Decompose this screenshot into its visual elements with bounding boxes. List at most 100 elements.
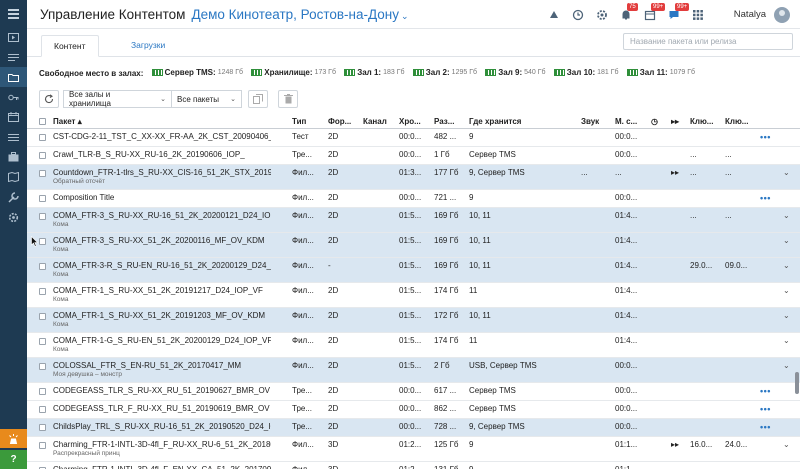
- sidebar-item-playlist-icon[interactable]: [0, 47, 27, 67]
- search-input[interactable]: [630, 37, 770, 46]
- table-row[interactable]: COLOSSAL_FTR_S_EN-RU_51_2K_20170417_MM Мо…: [27, 358, 800, 383]
- sidebar-item-equipment-icon[interactable]: [0, 147, 27, 167]
- row-checkbox[interactable]: [39, 213, 46, 220]
- col-ms[interactable]: М. с...: [615, 114, 649, 128]
- help-icon[interactable]: ?: [0, 450, 27, 469]
- package-name[interactable]: COMA_FTR-1_S_RU-XX_51_2K_20191203_MF_OV_…: [53, 308, 271, 322]
- package-name[interactable]: COMA_FTR-3_S_RU-XX_51_2K_20200116_MF_OV_…: [53, 233, 271, 247]
- settings-icon[interactable]: [590, 0, 614, 29]
- delete-button[interactable]: [278, 90, 298, 108]
- expand-row-icon[interactable]: ⌄: [783, 208, 793, 222]
- row-actions-icon[interactable]: •••: [760, 383, 780, 397]
- package-name[interactable]: Crawl_TLR-B_S_RU-XX_RU-16_2K_20190606_IO…: [53, 147, 271, 161]
- history-icon[interactable]: [566, 0, 590, 29]
- search-box[interactable]: [623, 33, 793, 50]
- user-name[interactable]: Natalya: [734, 9, 766, 20]
- packages-filter-select[interactable]: Все пакеты ⌄: [172, 90, 242, 108]
- table-row[interactable]: COMA_FTR-3_S_RU-XX_51_2K_20200116_MF_OV_…: [27, 233, 800, 258]
- row-checkbox[interactable]: [39, 152, 46, 159]
- row-checkbox[interactable]: [39, 238, 46, 245]
- table-row[interactable]: Composition Title Фил... 2D 00:0... 721 ... 9…: [27, 190, 800, 208]
- expand-row-icon[interactable]: ⌄: [783, 308, 793, 322]
- table-row[interactable]: Charming_FTR-1-INTL-3D-4fl_F_EN-XX_CA_51…: [27, 462, 800, 469]
- package-name[interactable]: COMA_FTR-3-R_S_RU-EN_RU-16_51_2K_2020012…: [53, 258, 271, 272]
- expand-row-icon[interactable]: ⌄: [783, 233, 793, 247]
- col-package[interactable]: Пакет ▴: [53, 114, 273, 128]
- package-name[interactable]: COLOSSAL_FTR_S_EN-RU_51_2K_20170417_MM: [53, 358, 271, 372]
- halls-filter-select[interactable]: Все залы и хранилища ⌄: [63, 90, 172, 108]
- table-row[interactable]: CODEGEASS_TLR_F_RU-XX_RU_51_20190619_BMR…: [27, 401, 800, 419]
- clock-icon[interactable]: ◷: [651, 114, 665, 128]
- sidebar-item-player-icon[interactable]: [0, 27, 27, 47]
- sidebar-item-tools-icon[interactable]: [0, 187, 27, 207]
- table-row[interactable]: ChildsPlay_TRL_S_RU-XX_RU-16_51_2K_20190…: [27, 419, 800, 437]
- row-actions-icon[interactable]: •••: [760, 401, 780, 415]
- copy-button[interactable]: [248, 90, 268, 108]
- col-key1[interactable]: Клю...: [690, 114, 722, 128]
- package-name[interactable]: COMA_FTR-1_S_RU-XX_51_2K_20191217_D24_IO…: [53, 283, 271, 297]
- table-row[interactable]: COMA_FTR-1_S_RU-XX_51_2K_20191203_MF_OV_…: [27, 308, 800, 333]
- package-name[interactable]: COMA_FTR-3_S_RU-XX_RU-16_51_2K_20200121_…: [53, 208, 271, 222]
- col-size[interactable]: Раз...: [434, 114, 468, 128]
- tab-downloads[interactable]: Загрузки: [119, 35, 177, 57]
- sidebar-item-content-icon[interactable]: [0, 67, 27, 87]
- row-checkbox[interactable]: [39, 313, 46, 320]
- expand-row-icon[interactable]: ⌄: [783, 358, 793, 372]
- notifications-icon[interactable]: 75: [614, 0, 638, 29]
- row-actions-icon[interactable]: •••: [760, 190, 780, 204]
- row-actions-icon[interactable]: •••: [760, 129, 780, 143]
- package-name[interactable]: ChildsPlay_TRL_S_RU-XX_RU-16_51_2K_20190…: [53, 419, 271, 433]
- row-checkbox[interactable]: [39, 170, 46, 177]
- package-name[interactable]: Countdown_FTR-1-tlrs_S_RU-XX_CIS-16_51_2…: [53, 165, 271, 179]
- row-checkbox[interactable]: [39, 263, 46, 270]
- table-row[interactable]: COMA_FTR-1_S_RU-XX_51_2K_20191217_D24_IO…: [27, 283, 800, 308]
- col-sound[interactable]: Звук: [581, 114, 615, 128]
- row-checkbox[interactable]: [39, 288, 46, 295]
- sidebar-item-schedule-icon[interactable]: [0, 107, 27, 127]
- table-row[interactable]: COMA_FTR-1-G_S_RU-EN_51_2K_20200129_D24_…: [27, 333, 800, 358]
- col-duration[interactable]: Хро...: [399, 114, 433, 128]
- table-row[interactable]: Crawl_TLR-B_S_RU-XX_RU-16_2K_20190606_IO…: [27, 147, 800, 165]
- expand-row-icon[interactable]: ⌄: [783, 165, 793, 179]
- table-row[interactable]: COMA_FTR-3-R_S_RU-EN_RU-16_51_2K_2020012…: [27, 258, 800, 283]
- select-all-checkbox[interactable]: [39, 118, 46, 125]
- lamp-icon[interactable]: [0, 429, 27, 448]
- row-checkbox[interactable]: [39, 406, 46, 413]
- row-checkbox[interactable]: [39, 338, 46, 345]
- table-row[interactable]: CST-CDG-2-11_TST_C_XX-XX_FR-AA_2K_CST_20…: [27, 129, 800, 147]
- sidebar-item-map-icon[interactable]: [0, 167, 27, 187]
- package-name[interactable]: CODEGEASS_TLR_F_RU-XX_RU_51_20190619_BMR…: [53, 401, 271, 415]
- table-row[interactable]: COMA_FTR-3_S_RU-XX_RU-16_51_2K_20200121_…: [27, 208, 800, 233]
- sidebar-item-sessions-icon[interactable]: [0, 127, 27, 147]
- bell-muted-icon[interactable]: [542, 0, 566, 29]
- col-where[interactable]: Где хранится: [469, 114, 579, 128]
- sidebar-item-settings-icon[interactable]: [0, 207, 27, 227]
- row-checkbox[interactable]: [39, 134, 46, 141]
- table-row[interactable]: Charming_FTR-1-INTL-3D-4fl_F_RU-XX_RU-6_…: [27, 437, 800, 462]
- package-name[interactable]: CODEGEASS_TLR_S_RU-XX_RU_51_20190627_BMR…: [53, 383, 271, 397]
- expand-row-icon[interactable]: ⌄: [783, 333, 793, 347]
- apps-grid-icon[interactable]: [686, 0, 710, 29]
- col-format[interactable]: Фор...: [328, 114, 360, 128]
- package-name[interactable]: CST-CDG-2-11_TST_C_XX-XX_FR-AA_2K_CST_20…: [53, 129, 271, 143]
- scrollbar[interactable]: [795, 372, 799, 394]
- col-key2[interactable]: Клю...: [725, 114, 757, 128]
- row-checkbox[interactable]: [39, 424, 46, 431]
- refresh-button[interactable]: [39, 90, 59, 108]
- chat-icon[interactable]: 99+: [662, 0, 690, 29]
- row-checkbox[interactable]: [39, 442, 46, 449]
- expand-row-icon[interactable]: ⌄: [783, 462, 793, 469]
- tab-content[interactable]: Контент: [41, 35, 99, 57]
- package-name[interactable]: Charming_FTR-1-INTL-3D-4fl_F_RU-XX_RU-6_…: [53, 437, 271, 451]
- table-row[interactable]: Countdown_FTR-1-tlrs_S_RU-XX_CIS-16_51_2…: [27, 165, 800, 190]
- col-type[interactable]: Тип: [292, 114, 326, 128]
- menu-icon[interactable]: [0, 0, 27, 27]
- sidebar-item-keys-icon[interactable]: [0, 87, 27, 107]
- package-name[interactable]: COMA_FTR-1-G_S_RU-EN_51_2K_20200129_D24_…: [53, 333, 271, 347]
- fast-forward-icon[interactable]: ▸▸: [671, 114, 685, 128]
- calendar-icon[interactable]: 99+: [638, 0, 666, 29]
- row-checkbox[interactable]: [39, 363, 46, 370]
- table-row[interactable]: CODEGEASS_TLR_S_RU-XX_RU_51_20190627_BMR…: [27, 383, 800, 401]
- row-actions-icon[interactable]: •••: [760, 419, 780, 433]
- expand-row-icon[interactable]: ⌄: [783, 283, 793, 297]
